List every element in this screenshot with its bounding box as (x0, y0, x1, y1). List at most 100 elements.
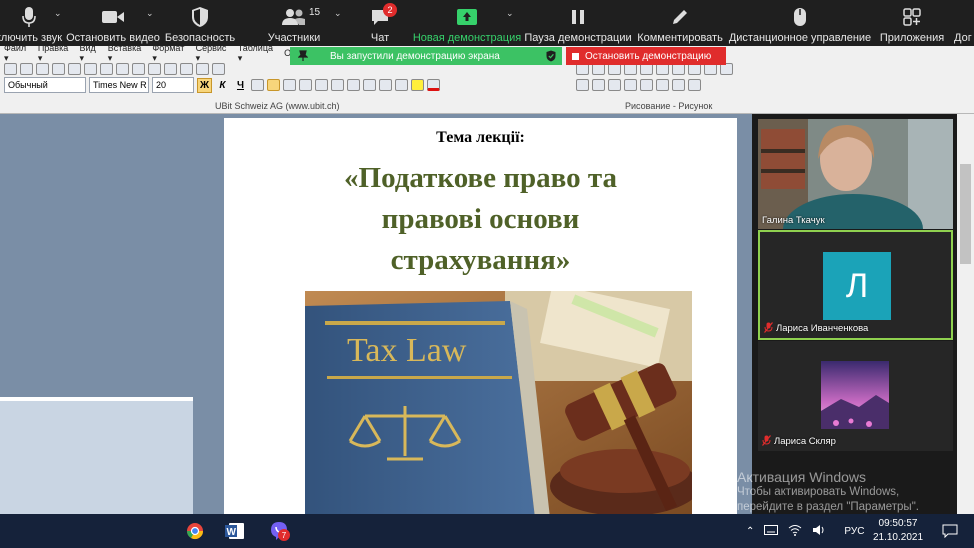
3d-icon[interactable] (688, 79, 701, 91)
annotate-button[interactable]: Комментировать (637, 0, 723, 46)
remote-control-button[interactable]: Дистанционное управление (729, 0, 871, 46)
participants-count: 15 (309, 7, 321, 18)
scrollbar-thumb[interactable] (960, 164, 971, 264)
share-status-banner[interactable]: Вы запустили демонстрацию экрана (290, 47, 562, 65)
stop-share-button[interactable]: Остановить демонстрацию (566, 47, 726, 65)
line-style-icon[interactable] (624, 79, 637, 91)
bullets-icon[interactable] (347, 79, 360, 91)
security-button[interactable]: Безопасность (165, 0, 235, 46)
new-share-button[interactable]: Новая демонстрация (413, 0, 521, 46)
notifications-icon[interactable] (937, 519, 963, 543)
muted-mic-icon (762, 435, 771, 448)
draw-tool-icon[interactable] (576, 79, 589, 91)
undo-icon[interactable] (196, 63, 209, 75)
keyboard-icon[interactable] (764, 524, 779, 538)
print-preview-icon[interactable] (84, 63, 97, 75)
left-side-panel (0, 397, 193, 521)
network-icon[interactable] (788, 524, 802, 539)
stop-video-button[interactable]: Остановить видео (66, 0, 160, 46)
participant-name-label: Лариса Иванченкова (764, 322, 868, 335)
dash-style-icon[interactable] (640, 79, 653, 91)
taskbar-clock[interactable]: 09:50:57 21.10.2021 (868, 517, 928, 545)
decrease-indent-icon[interactable] (363, 79, 376, 91)
shield-icon (191, 4, 209, 30)
format-painter-icon[interactable] (180, 63, 193, 75)
apps-button[interactable]: Приложения (880, 0, 944, 46)
borders-icon[interactable] (395, 79, 408, 91)
formatting-toolbar: Обычный Times New R 20 Ж К Ч (0, 76, 440, 94)
line-color-icon[interactable] (592, 79, 605, 91)
video-tile-galina[interactable]: Галина Ткачук (758, 119, 953, 229)
justify-icon[interactable] (299, 79, 312, 91)
align-left-icon[interactable] (251, 79, 264, 91)
stop-square-icon (572, 52, 579, 60)
font-size-combo[interactable]: 20 (152, 77, 194, 93)
title-line-1: «Податкове право та (344, 162, 617, 194)
open-folder-icon[interactable] (20, 63, 33, 75)
avatar (821, 361, 889, 429)
bold-button[interactable]: Ж (197, 77, 212, 93)
menu-table[interactable]: Таблица ▾ (238, 43, 278, 64)
show-hidden-icons-chevron-icon[interactable]: ⌃ (746, 526, 754, 537)
underline-button[interactable]: Ч (233, 78, 248, 93)
title-line-2: правові основи (381, 203, 580, 235)
unmute-button[interactable]: ключить звук (0, 0, 62, 46)
word-icon[interactable]: W (222, 519, 248, 543)
video-options-chevron-icon[interactable]: ⌄ (146, 8, 154, 19)
pause-share-button[interactable]: Пауза демонстрации (524, 0, 632, 46)
video-tile-larisa-i[interactable]: Л Лариса Иванченкова (758, 230, 953, 340)
language-indicator[interactable]: РУС (844, 526, 864, 537)
print-icon[interactable] (68, 63, 81, 75)
italic-button[interactable]: К (215, 78, 230, 93)
chrome-icon[interactable] (182, 519, 208, 543)
new-document-icon[interactable] (4, 63, 17, 75)
participant-name-label: Лариса Скляр (762, 435, 836, 448)
more-button[interactable]: Дог (954, 0, 974, 46)
audio-options-chevron-icon[interactable]: ⌄ (54, 8, 62, 19)
shadow-icon[interactable] (672, 79, 685, 91)
arrow-style-icon[interactable] (656, 79, 669, 91)
save-icon[interactable] (36, 63, 49, 75)
svg-text:W: W (227, 527, 237, 538)
cut-icon[interactable] (132, 63, 145, 75)
fill-color-icon[interactable] (608, 79, 621, 91)
stop-share-label: Остановить демонстрацию (585, 50, 712, 62)
title-line-3: страхування» (390, 244, 571, 276)
zoom-toolbar: ключить звук ⌄ Остановить видео ⌄ Безопа… (0, 0, 974, 46)
spelling-icon[interactable] (100, 63, 113, 75)
word-menu-bar: Файл ▾ Правка ▾ Вид ▾ Вставка ▾ Формат ▾… (0, 43, 300, 63)
style-combo[interactable]: Обычный (4, 77, 86, 93)
apps-icon (903, 4, 921, 30)
align-right-icon[interactable] (283, 79, 296, 91)
volume-icon[interactable] (812, 524, 826, 539)
pause-icon (571, 4, 585, 30)
font-color-icon[interactable] (427, 79, 440, 91)
system-tray: ⌃ РУС (746, 514, 864, 548)
participants-chevron-icon[interactable]: ⌄ (334, 8, 342, 19)
participant-video-feed (758, 119, 953, 229)
redo-icon[interactable] (212, 63, 225, 75)
image-tax-law-text: Tax Law (347, 332, 467, 369)
microphone-icon (22, 4, 36, 30)
lecture-title: «Податкове право та правові основи страх… (224, 158, 737, 281)
vertical-scrollbar[interactable] (957, 114, 974, 514)
paste-icon[interactable] (164, 63, 177, 75)
line-spacing-icon[interactable] (315, 79, 328, 91)
numbering-icon[interactable] (331, 79, 344, 91)
research-icon[interactable] (116, 63, 129, 75)
share-options-chevron-icon[interactable]: ⌄ (506, 8, 514, 19)
tax-law-image[interactable]: Tax Law (305, 291, 692, 518)
copy-icon[interactable] (148, 63, 161, 75)
align-center-icon[interactable] (267, 79, 280, 91)
windows-taskbar: W 7 ⌃ РУС 09:50:57 21.10.2021 (0, 514, 974, 548)
permission-icon[interactable] (52, 63, 65, 75)
participants-icon (281, 4, 307, 30)
increase-indent-icon[interactable] (379, 79, 392, 91)
pencil-icon (671, 4, 689, 30)
video-tile-larisa-s[interactable]: Лариса Скляр (758, 341, 953, 451)
toolbar-label-ubit: UBit Schweiz AG (www.ubit.ch) (215, 101, 340, 111)
font-combo[interactable]: Times New R (89, 77, 149, 93)
highlight-icon[interactable] (411, 79, 424, 91)
document-page[interactable]: Тема лекції: «Податкове право та правові… (224, 118, 737, 518)
video-camera-icon (101, 4, 125, 30)
